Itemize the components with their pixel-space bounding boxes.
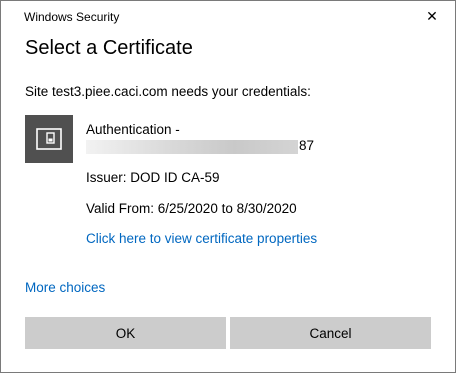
view-certificate-properties-link[interactable]: Click here to view certificate propertie… [86, 231, 317, 246]
close-button[interactable]: ✕ [409, 1, 455, 31]
certificate-id-suffix: 87 [299, 138, 315, 153]
cancel-button[interactable]: Cancel [230, 317, 431, 349]
certificate-validity: Valid From: 6/25/2020 to 8/30/2020 [86, 201, 297, 216]
certificate-issuer: Issuer: DOD ID CA-59 [86, 170, 220, 185]
windows-security-dialog: Windows Security ✕ Select a Certificate … [0, 0, 456, 373]
ok-button[interactable]: OK [25, 317, 226, 349]
redacted-certificate-id [86, 140, 298, 154]
title-bar: Windows Security ✕ [1, 1, 455, 31]
dialog-heading: Select a Certificate [25, 37, 193, 59]
certificate-name[interactable]: Authentication - [86, 122, 180, 137]
certificate-card-glyph [36, 128, 62, 150]
certificate-card-icon[interactable] [25, 115, 73, 163]
site-message: Site test3.piee.caci.com needs your cred… [25, 84, 311, 99]
close-icon: ✕ [426, 7, 438, 24]
more-choices-link[interactable]: More choices [25, 280, 105, 295]
window-title: Windows Security [24, 10, 120, 24]
